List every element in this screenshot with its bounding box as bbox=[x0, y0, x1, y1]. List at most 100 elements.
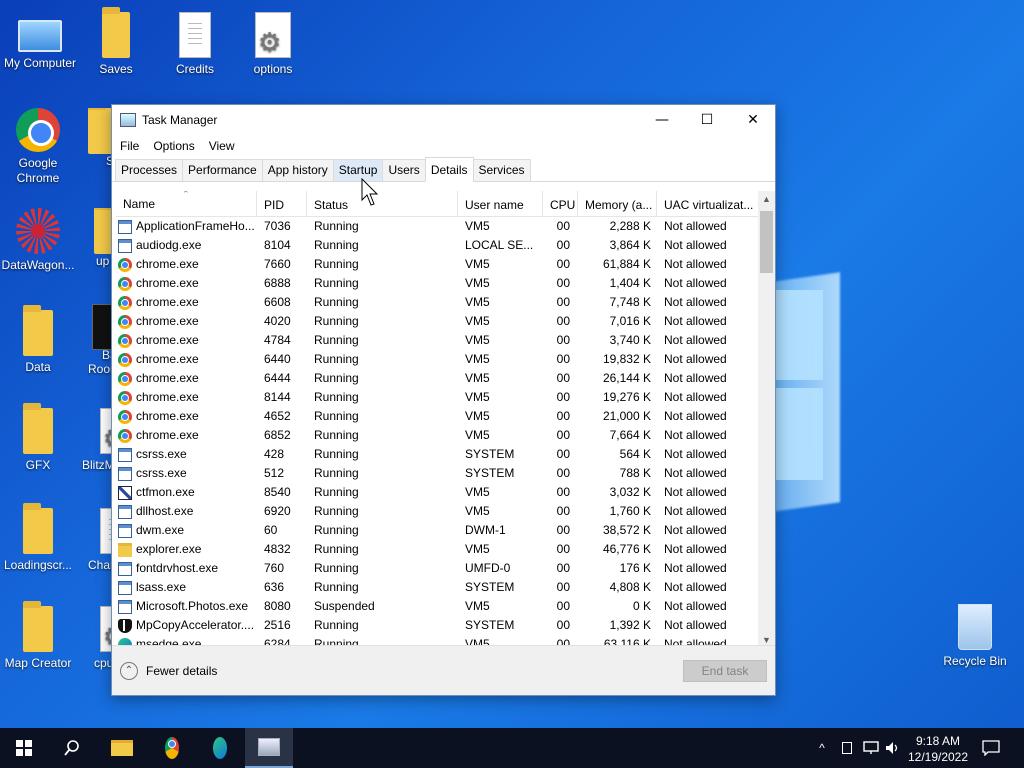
table-row[interactable]: chrome.exe 7660 Running VM5 00 61,884 K Not al… bbox=[116, 255, 761, 274]
tab-app-history[interactable]: App history bbox=[261, 159, 334, 181]
status-cell: Running bbox=[314, 580, 359, 594]
desktop-icon-hidden[interactable]: B3 Roon bbox=[88, 304, 112, 376]
chrome-icon bbox=[118, 352, 132, 367]
process-name-cell: chrome.exe bbox=[116, 255, 257, 274]
memory-cell: 788 K bbox=[619, 466, 651, 480]
table-row[interactable]: ctfmon.exe 8540 Running VM5 00 3,032 K Not all… bbox=[116, 483, 761, 502]
network-icon bbox=[863, 741, 879, 754]
process-name-cell: csrss.exe bbox=[116, 464, 257, 483]
table-row[interactable]: ApplicationFrameHo... 7036 Running VM5 00 2,2… bbox=[116, 217, 761, 236]
desktop-icon-options[interactable]: options bbox=[233, 12, 313, 76]
desktop-icon-saves[interactable]: Saves bbox=[76, 7, 156, 76]
window-icon bbox=[118, 523, 132, 538]
close-button[interactable]: ✕ bbox=[730, 105, 776, 135]
table-row[interactable]: Microsoft.Photos.exe 8080 Suspended VM5 00 0 … bbox=[116, 597, 761, 616]
maximize-button[interactable]: ☐ bbox=[684, 105, 730, 135]
table-row[interactable]: chrome.exe 4652 Running VM5 00 21,000 K Not al… bbox=[116, 407, 761, 426]
vertical-scrollbar[interactable]: ▲ ▼ bbox=[758, 191, 775, 649]
desktop-icon-my-computer[interactable]: My Computer bbox=[0, 12, 80, 70]
scroll-up-icon[interactable]: ▲ bbox=[758, 191, 775, 208]
desktop-icon-gfx[interactable]: GFX bbox=[0, 403, 78, 472]
sort-caret-icon: ⌃ bbox=[182, 191, 190, 199]
table-row[interactable]: csrss.exe 512 Running SYSTEM 00 788 K Not allo… bbox=[116, 464, 761, 483]
table-row[interactable]: explorer.exe 4832 Running VM5 00 46,776 K Not … bbox=[116, 540, 761, 559]
table-row[interactable]: chrome.exe 4020 Running VM5 00 7,016 K Not all… bbox=[116, 312, 761, 331]
process-name: audiodg.exe bbox=[136, 238, 202, 252]
notifications-button[interactable] bbox=[978, 728, 1004, 768]
tab-performance[interactable]: Performance bbox=[182, 159, 263, 181]
explorer-icon bbox=[118, 542, 132, 557]
tab-services[interactable]: Services bbox=[472, 159, 531, 181]
process-name-cell: chrome.exe bbox=[116, 388, 257, 407]
desktop-icon-credits[interactable]: Credits bbox=[155, 12, 235, 76]
desktop-icon-hidden[interactable]: Char bbox=[86, 508, 112, 572]
system-clock[interactable]: 9:18 AM 12/19/2022 bbox=[903, 733, 973, 765]
column-header-pid[interactable]: PID bbox=[257, 191, 307, 216]
pid-cell: 7036 bbox=[264, 219, 291, 233]
taskbar-edge[interactable] bbox=[196, 728, 244, 768]
desktop-icon-label: up bbox=[96, 254, 110, 268]
fewer-details-link[interactable]: Fewer details bbox=[146, 664, 217, 678]
process-name: chrome.exe bbox=[136, 390, 199, 404]
desktop-icon-loadingscr[interactable]: Loadingscr... bbox=[0, 503, 78, 572]
desktop-icon-datawagon[interactable]: DataWagon... bbox=[0, 208, 78, 272]
table-row[interactable]: dllhost.exe 6920 Running VM5 00 1,760 K Not al… bbox=[116, 502, 761, 521]
taskbar-chrome[interactable] bbox=[148, 728, 196, 768]
column-header-status[interactable]: Status bbox=[307, 191, 458, 216]
start-button[interactable] bbox=[0, 728, 48, 768]
tab-details[interactable]: Details bbox=[424, 157, 474, 182]
title-bar[interactable]: Task Manager — ☐ ✕ bbox=[112, 105, 775, 135]
desktop-icon-data[interactable]: Data bbox=[0, 305, 78, 374]
end-task-button[interactable]: End task bbox=[683, 660, 767, 682]
menu-options[interactable]: Options bbox=[153, 139, 194, 153]
minimize-button[interactable]: — bbox=[639, 105, 685, 135]
scroll-thumb[interactable] bbox=[760, 211, 773, 273]
volume-icon[interactable] bbox=[882, 728, 904, 768]
table-row[interactable]: chrome.exe 6608 Running VM5 00 7,748 K Not all… bbox=[116, 293, 761, 312]
table-row[interactable]: csrss.exe 428 Running SYSTEM 00 564 K Not allo… bbox=[116, 445, 761, 464]
cpu-cell: 00 bbox=[556, 257, 570, 271]
taskbar-file-explorer[interactable] bbox=[98, 728, 146, 768]
taskbar-task-manager[interactable] bbox=[245, 728, 293, 768]
user-cell: VM5 bbox=[465, 333, 490, 347]
cpu-cell: 00 bbox=[556, 618, 570, 632]
table-row[interactable]: dwm.exe 60 Running DWM-1 00 38,572 K Not allow… bbox=[116, 521, 761, 540]
column-header-user-name[interactable]: User name bbox=[458, 191, 543, 216]
table-row[interactable]: MpCopyAccelerator.... 2516 Running SYSTEM 00… bbox=[116, 616, 761, 635]
cpu-cell: 00 bbox=[556, 542, 570, 556]
desktop-icon-hidden[interactable]: S bbox=[88, 108, 112, 168]
table-row[interactable]: lsass.exe 636 Running SYSTEM 00 4,808 K Not al… bbox=[116, 578, 761, 597]
desktop-icon-hidden[interactable]: cpu bbox=[92, 606, 112, 670]
desktop-icon-hidden[interactable]: BlitzM bbox=[80, 408, 112, 472]
pid-cell: 4784 bbox=[264, 333, 291, 347]
table-row[interactable]: chrome.exe 8144 Running VM5 00 19,276 K Not al… bbox=[116, 388, 761, 407]
desktop-icon-google-chrome[interactable]: Google Chrome bbox=[0, 108, 78, 186]
network-icon[interactable] bbox=[860, 728, 882, 768]
desktop-icon-hidden[interactable]: up bbox=[94, 208, 112, 268]
search-button[interactable] bbox=[48, 728, 96, 768]
tray-device-icon[interactable] bbox=[838, 728, 856, 768]
desktop-icon-recycle-bin[interactable]: Recycle Bin bbox=[935, 604, 1015, 668]
table-row[interactable]: chrome.exe 4784 Running VM5 00 3,740 K Not all… bbox=[116, 331, 761, 350]
tray-chevron-icon[interactable]: ^ bbox=[812, 728, 832, 768]
table-row[interactable]: chrome.exe 6444 Running VM5 00 26,144 K Not al… bbox=[116, 369, 761, 388]
table-row[interactable]: fontdrvhost.exe 760 Running UMFD-0 00 176 K No… bbox=[116, 559, 761, 578]
menu-file[interactable]: File bbox=[120, 139, 139, 153]
column-header-uac[interactable]: UAC virtualizat... bbox=[657, 191, 761, 216]
column-header-memory[interactable]: Memory (a... bbox=[578, 191, 657, 216]
status-cell: Running bbox=[314, 447, 359, 461]
status-cell: Running bbox=[314, 276, 359, 290]
memory-cell: 0 K bbox=[632, 599, 651, 613]
table-row[interactable]: audiodg.exe 8104 Running LOCAL SE... 00 3,864… bbox=[116, 236, 761, 255]
folder-icon bbox=[88, 108, 112, 154]
table-row[interactable]: chrome.exe 6440 Running VM5 00 19,832 K Not al… bbox=[116, 350, 761, 369]
column-header-cpu[interactable]: CPU bbox=[543, 191, 578, 216]
table-row[interactable]: chrome.exe 6852 Running VM5 00 7,664 K Not all… bbox=[116, 426, 761, 445]
tab-users[interactable]: Users bbox=[382, 159, 426, 181]
tab-processes[interactable]: Processes bbox=[115, 159, 184, 181]
table-row[interactable]: chrome.exe 6888 Running VM5 00 1,404 K Not all… bbox=[116, 274, 761, 293]
chevron-up-icon[interactable]: ⌃ bbox=[120, 662, 138, 680]
menu-view[interactable]: View bbox=[209, 139, 235, 153]
pid-cell: 6608 bbox=[264, 295, 291, 309]
desktop-icon-map-creator[interactable]: Map Creator bbox=[0, 601, 78, 670]
